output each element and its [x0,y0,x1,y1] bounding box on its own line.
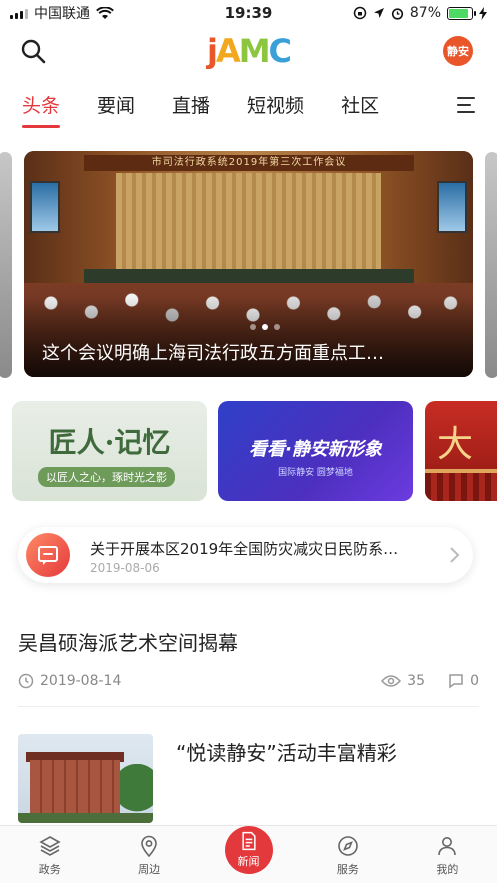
app-logo: jAMC [206,32,293,70]
charging-icon [479,6,487,20]
banner-sign-text: 市司法行政系统2019年第三次工作会议 [84,155,414,171]
location-pin-icon [141,835,157,858]
banner-caption: 这个会议明确上海司法行政五方面重点工… [42,343,384,364]
view-count: 35 [407,673,425,689]
notice-title: 关于开展本区2019年全国防灾减灾日民防系… [90,540,399,558]
bottom-tab-label: 政务 [38,863,61,876]
channel-menu-icon[interactable] [457,97,475,113]
channel-tabs: 头条 要闻 直播 短视频 社区 [0,88,497,130]
logo-letter: A [215,32,241,70]
bottom-tab-bar: 政务 周边 新闻 服务 我的 [0,825,497,883]
article-title: 吴昌硕海派艺术空间揭幕 [18,631,238,655]
tab-live[interactable]: 直播 [172,88,210,124]
location-arrow-icon [373,8,384,18]
carrier-label: 中国联通 [34,6,90,22]
comment-icon[interactable] [448,673,464,689]
bottom-tab-nearby[interactable]: 周边 [99,826,198,883]
banner-next-peek[interactable] [485,152,497,378]
notice-date: 2019-08-06 [90,561,160,575]
carousel-dot-active [262,324,268,330]
promo-strip: 匠人·记忆 以匠人之心，琢时光之影 看看·静安新形象 国际静安 圆梦福地 大 [12,401,497,501]
user-avatar[interactable]: 静安 [443,36,473,66]
article-item[interactable]: 吴昌硕海派艺术空间揭幕 2019-08-14 35 0 [18,613,479,707]
layers-icon [39,836,61,856]
avatar-text: 静安 [447,45,469,58]
promo-title: 匠人·记忆 [48,426,171,459]
cell-signal-icon [10,7,28,19]
bottom-tab-label: 服务 [336,863,359,876]
bottom-tab-government[interactable]: 政务 [0,826,99,883]
battery-percent: 87% [409,5,441,21]
comment-count: 0 [470,673,479,689]
carousel-dot [250,324,256,330]
battery-icon [447,6,476,20]
promo-subtitle: 国际静安 圆梦福地 [278,468,353,478]
promo-card-jingan-image[interactable]: 看看·静安新形象 国际静安 圆梦福地 [218,401,413,501]
article-item[interactable]: “悦读静安”活动丰富精彩 [18,723,479,823]
article-thumbnail [18,734,153,823]
carousel-dot [274,324,280,330]
bottom-tab-mine[interactable]: 我的 [398,826,497,883]
bottom-tab-services[interactable]: 服务 [298,826,397,883]
alarm-icon [391,7,403,20]
headline-banner[interactable]: 市司法行政系统2019年第三次工作会议 这个会议明确上海司法行政五方面重点工… [24,151,473,377]
bottom-tab-label: 周边 [138,863,161,876]
compass-icon [338,836,358,856]
logo-letter: j [206,32,218,70]
search-icon[interactable] [20,38,46,64]
status-bar: 中国联通 19:39 87% [0,0,497,26]
rotation-lock-icon [353,6,367,20]
tab-important-news[interactable]: 要闻 [97,88,135,124]
banner-prev-peek[interactable] [0,152,12,378]
promo-card-craftsman[interactable]: 匠人·记忆 以匠人之心，琢时光之影 [12,401,207,501]
clock-icon [18,673,34,689]
promo-title: 大 [437,424,474,465]
tab-short-video[interactable]: 短视频 [247,88,304,124]
bottom-tab-label: 新闻 [237,855,260,868]
eye-icon [381,675,402,687]
bottom-tab-news[interactable]: 新闻 [199,826,298,883]
wifi-icon [96,6,114,19]
promo-card-partial[interactable]: 大 [425,401,497,501]
article-title: “悦读静安”活动丰富精彩 [176,741,397,765]
bottom-tab-label: 我的 [436,863,459,876]
logo-letter: M [238,32,271,70]
chevron-right-icon [450,547,460,563]
article-date: 2019-08-14 [40,673,122,689]
promo-title: 看看·静安新形象 [249,439,382,460]
tab-headlines[interactable]: 头条 [22,88,61,128]
notice-message-icon [26,533,70,577]
app-header: jAMC 静安 [0,30,497,74]
person-icon [438,837,457,856]
promo-subtitle: 以匠人之心，琢时光之影 [38,467,175,487]
logo-letter: C [268,32,293,70]
tab-community[interactable]: 社区 [341,88,379,124]
clock: 19:39 [224,4,273,22]
notice-card[interactable]: 关于开展本区2019年全国防灾减灾日民防系… 2019-08-06 [18,527,473,583]
carousel-indicator [250,324,280,330]
news-document-icon [241,831,256,851]
article-meta: 2019-08-14 35 0 [18,673,479,693]
